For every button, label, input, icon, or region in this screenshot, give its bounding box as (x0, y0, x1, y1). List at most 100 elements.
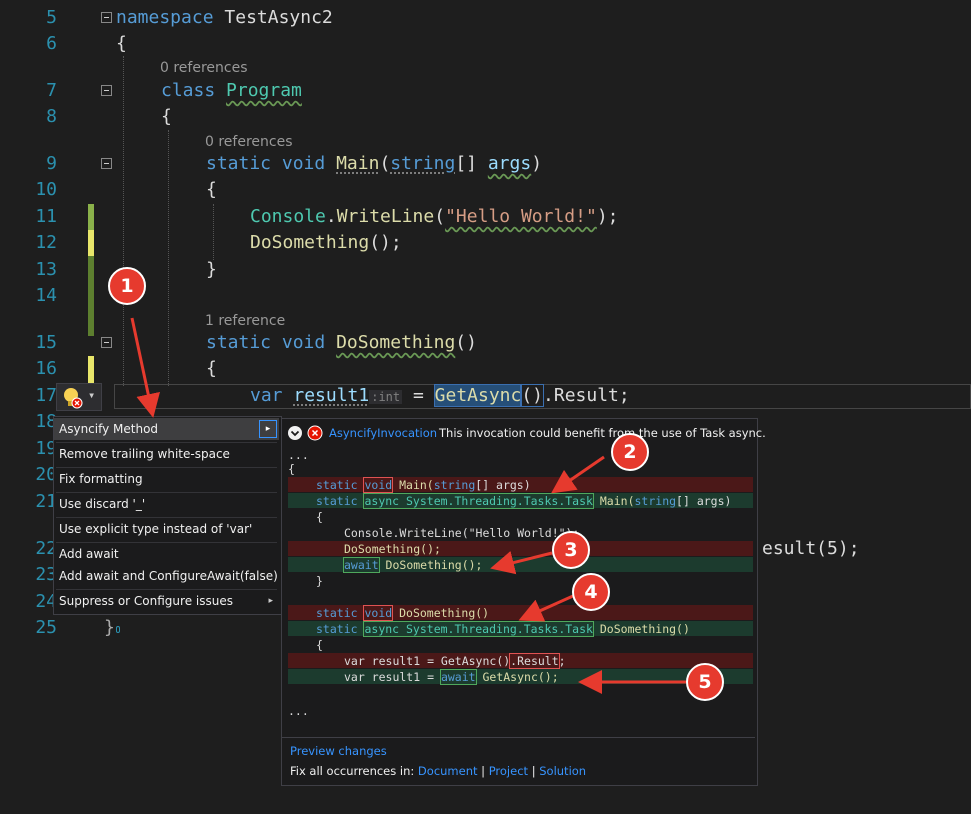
paren: ); (596, 206, 619, 227)
line-number: 14 (35, 285, 57, 306)
member-access: .Result; (543, 385, 630, 406)
inserted-text: await (343, 557, 380, 573)
preview-line-deleted: static void DoSomething() (316, 605, 489, 621)
line-number: 23 (35, 564, 57, 585)
inserted-text: async System.Threading.Tasks.Task (363, 621, 594, 637)
codelens-references[interactable]: 0 references (205, 134, 293, 150)
preview-line: { (316, 638, 323, 652)
line-number: 21 (35, 491, 57, 512)
variable-name: result1 (293, 385, 370, 406)
step-badge-5: 5 (686, 663, 724, 701)
keyword: void (281, 153, 326, 174)
line-number: 6 (46, 33, 57, 54)
change-marker (88, 256, 94, 336)
class-name: Program (226, 80, 302, 101)
diagnostic-message: This invocation could benefit from the u… (439, 426, 766, 440)
menu-item-asyncify-method[interactable]: Asyncify Method ▸ (54, 418, 279, 440)
line-number: 20 (35, 464, 57, 485)
fix-all-solution-link[interactable]: Solution (539, 764, 586, 778)
code-line: } (206, 259, 217, 280)
keyword: static (206, 153, 272, 174)
menu-item-add-await[interactable]: Add await (54, 543, 279, 565)
line-number: 25 (35, 617, 57, 638)
method-name: Main (336, 153, 380, 174)
preview-changes-link[interactable]: Preview changes (290, 744, 387, 758)
line-number: 24 (35, 591, 57, 612)
brace-marker (116, 626, 120, 633)
keyword: static (316, 478, 365, 492)
step-badge-1: 1 (108, 267, 146, 305)
keyword: string (634, 494, 677, 508)
method-name: DoSomething (250, 232, 370, 253)
line-number: 12 (35, 232, 57, 253)
code-line: { (116, 33, 127, 54)
code-line: DoSomething(); (250, 230, 402, 256)
preview-line-added: var result1 = await GetAsync(); (344, 669, 559, 685)
line-number: 5 (46, 7, 57, 28)
change-marker (88, 230, 94, 256)
code-text: var result1 = (344, 670, 441, 684)
codelens-references[interactable]: 0 references (160, 60, 248, 76)
line-number: 10 (35, 179, 57, 200)
menu-item-suppress-configure[interactable]: Suppress or Configure issues ▸ (54, 590, 279, 612)
fix-all-project-link[interactable]: Project (489, 764, 528, 778)
submenu-arrow-icon[interactable]: ▸ (259, 420, 277, 438)
menu-item-add-await-configureawait[interactable]: Add await and ConfigureAwait(false) (54, 565, 279, 587)
keyword: void (281, 332, 326, 353)
inlay-type-hint: :int (369, 390, 403, 404)
diagnostic-id-link[interactable]: AsyncifyInvocation (329, 426, 437, 440)
line-number: 7 (46, 80, 57, 101)
code-text: ; (558, 654, 566, 668)
keyword: void (363, 605, 394, 621)
chevron-down-icon[interactable]: ▾ (88, 388, 95, 402)
code-line: Console.WriteLine("Hello World!"); (250, 204, 619, 230)
indent-guide (123, 56, 124, 386)
menu-item-fix-formatting[interactable]: Fix formatting (54, 468, 279, 490)
code-line: } (104, 617, 115, 638)
separator: | (531, 764, 536, 778)
line-number: 18 (35, 411, 57, 432)
code-line: { (206, 358, 217, 379)
menu-item-remove-trailing-whitespace[interactable]: Remove trailing white-space (54, 443, 279, 465)
code-text: [] args) (676, 494, 732, 508)
code-line: class Program (161, 78, 302, 104)
separator: | (481, 764, 486, 778)
method-name: WriteLine (336, 206, 435, 227)
codelens-references[interactable]: 1 reference (205, 313, 285, 329)
code-line: static void Main(string[] args) (206, 151, 542, 177)
method-name: Main( (592, 494, 635, 508)
code-text: [] args) (475, 478, 531, 492)
menu-item-label: Suppress or Configure issues (59, 594, 233, 608)
collapse-toggle[interactable] (101, 158, 112, 169)
line-number: 9 (46, 153, 57, 174)
keyword: static (316, 606, 365, 620)
keyword: static (316, 622, 365, 636)
preview-line-added: static async System.Threading.Tasks.Task… (316, 493, 731, 509)
line-number: 13 (35, 259, 57, 280)
indent-guide (168, 130, 169, 386)
keyword: namespace (116, 7, 214, 28)
keyword: string (390, 153, 456, 174)
fix-all-document-link[interactable]: Document (418, 764, 478, 778)
collapse-toggle[interactable] (101, 337, 112, 348)
parameter: args (487, 153, 532, 174)
quick-actions-menu: Asyncify Method ▸ Remove trailing white-s… (53, 416, 282, 615)
collapse-toggle[interactable] (101, 12, 112, 23)
keyword: static (316, 494, 365, 508)
paren: (); (369, 232, 402, 253)
step-badge-2: 2 (611, 433, 649, 471)
menu-item-use-explicit-type[interactable]: Use explicit type instead of 'var' (54, 518, 279, 540)
string-literal: "Hello World!" (445, 206, 597, 227)
paren: ) (531, 153, 543, 174)
menu-item-use-discard[interactable]: Use discard '_' (54, 493, 279, 515)
line-number: 17 (35, 385, 57, 406)
keyword: class (161, 80, 216, 101)
collapse-toggle[interactable] (101, 85, 112, 96)
line-number: 19 (35, 438, 57, 459)
code-line: { (161, 106, 172, 127)
code-line: var result1:int = GetAsync().Result; (250, 383, 630, 410)
collapse-chevron-icon[interactable] (287, 425, 303, 441)
line-number: 16 (35, 358, 57, 379)
lightbulb-button[interactable]: ▾ (56, 383, 102, 411)
paren: () (455, 332, 477, 353)
